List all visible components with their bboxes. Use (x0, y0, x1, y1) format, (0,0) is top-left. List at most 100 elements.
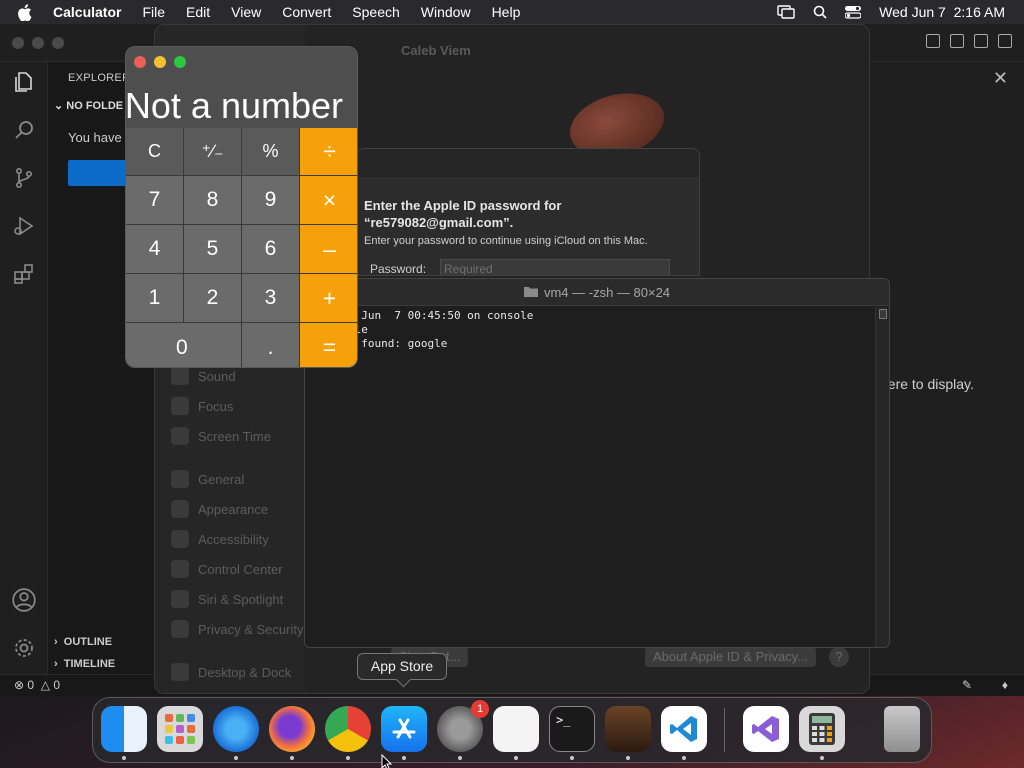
about-apple-id-button[interactable]: About Apple ID & Privacy... (645, 647, 817, 667)
control-center-icon[interactable] (845, 5, 862, 19)
toggle-secondary-sidebar-icon[interactable] (974, 34, 988, 48)
clock[interactable]: Wed Jun 7 2:16 AM (879, 4, 1005, 20)
calc-key[interactable]: % (242, 128, 299, 175)
explorer-icon[interactable] (10, 68, 38, 96)
settings-item-appearance[interactable]: Appearance (171, 500, 268, 518)
menu-convert[interactable]: Convert (282, 4, 331, 20)
notifications-bell-icon[interactable]: ♦ (1002, 678, 1008, 692)
search-icon[interactable] (10, 116, 38, 144)
calc-key[interactable]: C (126, 128, 183, 175)
calc-key[interactable]: 5 (184, 225, 241, 273)
help-button[interactable]: ? (829, 647, 849, 667)
menu-help[interactable]: Help (492, 4, 521, 20)
calc-key[interactable]: ⁺∕₋ (184, 128, 241, 175)
manage-gear-icon[interactable] (10, 634, 38, 662)
toggle-panel-icon[interactable] (950, 34, 964, 48)
no-folder-header[interactable]: ⌄ NO FOLDE (54, 99, 123, 112)
calc-key[interactable]: – (300, 225, 357, 273)
terminal-line: ~ % google (305, 323, 889, 337)
menu-app-name[interactable]: Calculator (53, 4, 121, 20)
menu-file[interactable]: File (142, 4, 165, 20)
calc-key[interactable]: 2 (184, 274, 241, 322)
vscode-zoom-button[interactable] (52, 37, 64, 49)
launchpad-icon[interactable] (157, 706, 203, 752)
system-settings-icon[interactable]: 1 (437, 700, 489, 752)
calc-key[interactable]: × (300, 176, 357, 224)
calc-key[interactable]: 0 (126, 323, 241, 367)
close-icon[interactable]: ✕ (993, 68, 1008, 89)
visual-studio-icon[interactable] (743, 706, 789, 752)
settings-item-accessibility[interactable]: Accessibility (171, 530, 269, 548)
settings-item-control-center[interactable]: Control Center (171, 560, 283, 578)
garageband-icon[interactable] (605, 706, 651, 752)
calculator-minimize-button[interactable] (154, 56, 166, 68)
calc-key[interactable]: 9 (242, 176, 299, 224)
settings-item-screen-time[interactable]: Screen Time (171, 427, 271, 445)
feedback-icon[interactable]: ✎ (962, 678, 972, 692)
vscode-minimize-button[interactable] (32, 37, 44, 49)
menu-window[interactable]: Window (421, 4, 471, 20)
toggle-primary-sidebar-icon[interactable] (926, 34, 940, 48)
scrollbar-thumb[interactable] (879, 309, 887, 319)
calculator-zoom-button[interactable] (174, 56, 186, 68)
app-store-icon[interactable] (381, 706, 427, 752)
outline-section[interactable]: › OUTLINE (54, 636, 112, 648)
customize-layout-icon[interactable] (998, 34, 1012, 48)
chevron-right-icon: › (54, 658, 64, 670)
dock-tooltip: App Store (357, 653, 447, 680)
password-field[interactable]: Required (440, 259, 670, 275)
settings-item-sound[interactable]: Sound (171, 367, 236, 385)
timeline-section[interactable]: › TIMELINE (54, 658, 115, 670)
calc-key[interactable]: ÷ (300, 128, 357, 175)
calculator-icon[interactable] (799, 706, 845, 752)
running-indicator (458, 756, 462, 760)
calc-key[interactable]: 7 (126, 176, 183, 224)
folder-header-label: NO FOLDE (66, 100, 124, 112)
trash-icon[interactable] (884, 706, 920, 752)
vscode-close-button[interactable] (12, 37, 24, 49)
menu-speech[interactable]: Speech (352, 4, 399, 20)
settings-item-label: General (198, 471, 245, 487)
calculator-close-button[interactable] (134, 56, 146, 68)
accounts-icon[interactable] (10, 586, 38, 614)
extensions-icon[interactable] (10, 260, 38, 288)
firefox-icon[interactable] (269, 706, 315, 752)
run-debug-icon[interactable] (10, 212, 38, 240)
source-control-icon[interactable] (10, 164, 38, 192)
calc-key[interactable]: 3 (242, 274, 299, 322)
menu-view[interactable]: View (231, 4, 261, 20)
vscode-icon[interactable] (661, 706, 707, 752)
settings-item-siri[interactable]: Siri & Spotlight (171, 590, 283, 608)
calc-key[interactable]: 8 (184, 176, 241, 224)
desktop-dock-icon (171, 663, 189, 681)
calc-key[interactable]: . (242, 323, 299, 367)
calc-key[interactable]: + (300, 274, 357, 322)
settings-item-general[interactable]: General (171, 470, 244, 488)
safari-icon[interactable] (213, 706, 259, 752)
chrome-icon[interactable] (325, 706, 371, 752)
outline-label: OUTLINE (63, 636, 113, 648)
settings-item-label: Desktop & Dock (198, 664, 292, 680)
apple-icon[interactable] (17, 3, 35, 21)
spotlight-search-icon[interactable] (813, 5, 827, 19)
problems-status[interactable]: ⊗ 0 △ 0 (14, 678, 60, 692)
finder-icon[interactable] (101, 706, 147, 752)
running-indicator (122, 756, 126, 760)
textedit-icon[interactable] (493, 706, 539, 752)
screen-mirroring-icon[interactable] (777, 5, 795, 19)
password-label: Password: (370, 262, 427, 276)
terminal-output[interactable]: ogin: Wed Jun 7 00:45:50 on console ~ % … (305, 307, 889, 647)
settings-item-desktop-dock[interactable]: Desktop & Dock (171, 663, 291, 681)
terminal-scrollbar[interactable] (875, 307, 889, 647)
calc-key[interactable]: 4 (126, 225, 183, 273)
terminal-icon[interactable]: >_ (549, 706, 595, 752)
settings-item-focus[interactable]: Focus (171, 397, 233, 415)
settings-item-privacy[interactable]: Privacy & Security (171, 620, 303, 638)
editor-empty-message: here to display. (880, 376, 974, 392)
settings-item-label: Privacy & Security (198, 621, 304, 637)
calc-key[interactable]: 6 (242, 225, 299, 273)
chevron-down-icon: ⌄ (54, 100, 67, 112)
calc-key[interactable]: = (300, 323, 357, 367)
menu-edit[interactable]: Edit (186, 4, 210, 20)
calc-key[interactable]: 1 (126, 274, 183, 322)
